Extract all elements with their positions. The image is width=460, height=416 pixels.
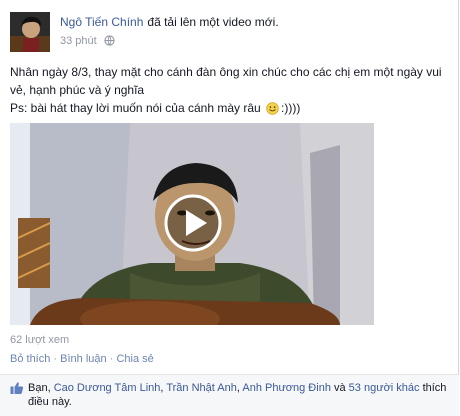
separator: · (53, 353, 58, 365)
share-button[interactable]: Chia sẻ (116, 353, 153, 365)
post-title-line: Ngô Tiến Chính đã tải lên một video mới. (60, 15, 279, 29)
post-meta: 33 phút (60, 35, 115, 49)
unlike-button[interactable]: Bỏ thích (10, 353, 50, 365)
video-player[interactable] (10, 123, 374, 325)
likes-summary: Bạn, Cao Dương Tâm Linh, Trần Nhật Anh, … (0, 375, 459, 416)
smile-emoji-icon (266, 102, 279, 120)
post-message-line2: Ps: bài hát thay lời muốn nói của cánh m… (10, 99, 450, 120)
liker-link[interactable]: Cao Dương Tâm Linh (54, 382, 161, 394)
play-button[interactable] (163, 193, 223, 253)
post-message-ps: Ps: bài hát thay lời muốn nói của cánh m… (10, 101, 261, 115)
thumbs-up-icon (10, 381, 24, 398)
play-icon (164, 194, 222, 252)
others-link[interactable]: 53 người khác (349, 382, 420, 394)
post-card: Ngô Tiến Chính đã tải lên một video mới. … (0, 0, 459, 416)
post-message-line1: Nhân ngày 8/3, thay mặt cho cánh đàn ông… (10, 65, 442, 97)
author-name-link[interactable]: Ngô Tiến Chính (60, 15, 143, 29)
post-action-text: đã tải lên một video mới. (147, 15, 279, 29)
post-timestamp[interactable]: 33 phút (60, 35, 97, 47)
post-message-emoticon: :)))) (281, 101, 301, 115)
video-view-count: 62 lượt xem (10, 334, 70, 346)
post-actions-bar: Bỏ thích · Bình luận · Chia sẻ (10, 353, 154, 365)
likes-conj: và (330, 382, 349, 394)
avatar[interactable] (10, 12, 50, 52)
liker-link[interactable]: Trần Nhật Anh (166, 382, 237, 394)
likes-prefix: Bạn, (28, 382, 54, 394)
comment-button[interactable]: Bình luận (60, 353, 106, 365)
likes-text: Bạn, Cao Dương Tâm Linh, Trần Nhật Anh, … (28, 381, 450, 409)
post-message: Nhân ngày 8/3, thay mặt cho cánh đàn ông… (10, 63, 450, 120)
globe-icon[interactable] (104, 35, 115, 49)
separator: · (109, 353, 114, 365)
liker-link[interactable]: Anh Phương Đinh (242, 382, 331, 394)
